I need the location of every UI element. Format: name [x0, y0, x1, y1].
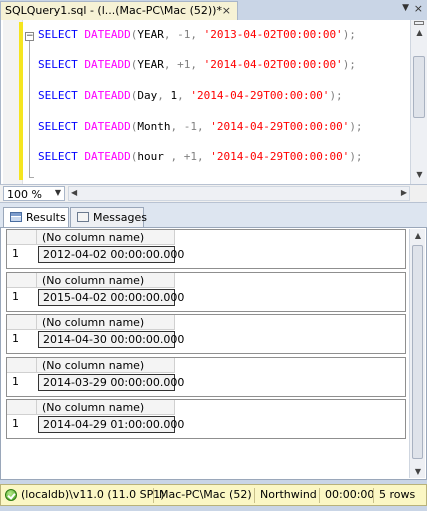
row-number[interactable]: 1 — [7, 373, 37, 391]
scroll-thumb[interactable] — [413, 56, 425, 118]
results-vertical-scrollbar[interactable]: ▲ ▼ — [409, 229, 425, 478]
change-tracking-bar — [19, 22, 23, 180]
tab-results[interactable]: Results — [3, 207, 69, 227]
status-server: (localdb)\v11.0 (11.0 SP1) — [21, 488, 165, 501]
editor-zoom-bar: 100 % ▼ ◀ ▶ — [0, 184, 427, 202]
code-line: SELECT DATEADD(hour , +1, '2014-04-29T00… — [38, 150, 363, 163]
tab-list-dropdown-icon[interactable]: ▼ — [402, 3, 409, 13]
messages-icon — [77, 212, 89, 222]
scroll-right-icon[interactable]: ▶ — [401, 188, 407, 197]
query-editor[interactable]: − SELECT DATEADD(YEAR, -1, '2013-04-02T0… — [0, 20, 427, 184]
status-database: Northwind — [260, 488, 317, 501]
status-divider — [319, 488, 320, 503]
code-line: SELECT DATEADD(Day, 1, '2014-04-29T00:00… — [38, 89, 343, 102]
success-check-icon — [5, 489, 17, 501]
result-set: (No column name) 1 2014-04-29 01:00:00.0… — [6, 399, 406, 439]
status-divider — [373, 488, 374, 503]
scroll-up-icon[interactable]: ▲ — [411, 28, 427, 40]
scroll-left-icon[interactable]: ◀ — [71, 188, 77, 197]
status-divider — [153, 488, 154, 503]
document-tab-close-icon[interactable]: × — [222, 4, 231, 17]
editor-vertical-scrollbar[interactable]: ▲ ▼ — [410, 20, 427, 184]
result-cell[interactable]: 2014-04-30 00:00:00.000 — [38, 331, 184, 348]
editor-horizontal-scrollbar[interactable]: ◀ ▶ — [68, 186, 410, 201]
scroll-down-icon[interactable]: ▼ — [410, 467, 426, 476]
status-divider — [254, 488, 255, 503]
column-header[interactable]: (No column name) — [37, 230, 175, 245]
window-close-icon[interactable]: × — [414, 2, 423, 15]
column-header[interactable]: (No column name) — [37, 400, 175, 415]
outline-end — [29, 177, 34, 178]
tab-results-label: Results — [26, 211, 66, 224]
tab-messages[interactable]: Messages — [70, 207, 147, 227]
code-line: SELECT DATEADD(YEAR, -1, '2013-04-02T00:… — [38, 28, 356, 41]
row-number[interactable]: 1 — [7, 288, 37, 306]
status-elapsed: 00:00:00 — [325, 488, 375, 501]
column-header[interactable]: (No column name) — [37, 315, 175, 330]
grid-corner[interactable] — [7, 400, 37, 415]
row-number[interactable]: 1 — [7, 245, 37, 263]
result-tabs: Results Messages — [0, 202, 427, 227]
column-header[interactable]: (No column name) — [37, 273, 175, 288]
grid-corner[interactable] — [7, 315, 37, 330]
grid-corner[interactable] — [7, 230, 37, 245]
grid-corner[interactable] — [7, 273, 37, 288]
document-tab-bar: SQLQuery1.sql - (l...(Mac-PC\Mac (52))* … — [0, 0, 427, 20]
result-set: (No column name) 1 2014-04-30 00:00:00.0… — [6, 314, 406, 354]
grid-icon — [10, 212, 22, 222]
editor-gutter — [3, 20, 23, 184]
result-set: (No column name) 1 2012-04-02 00:00:00.0… — [6, 229, 406, 269]
result-set: (No column name) 1 2014-03-29 00:00:00.0… — [6, 357, 406, 397]
zoom-value: 100 % — [7, 188, 42, 201]
result-cell[interactable]: 2012-04-02 00:00:00.000 — [38, 246, 184, 263]
scroll-thumb[interactable] — [412, 245, 423, 459]
status-user: Mac-PC\Mac (52) — [159, 488, 252, 501]
chevron-down-icon[interactable]: ▼ — [55, 188, 61, 197]
row-number[interactable]: 1 — [7, 415, 37, 433]
grid-corner[interactable] — [7, 358, 37, 373]
result-cell[interactable]: 2014-03-29 00:00:00.000 — [38, 374, 184, 391]
zoom-select[interactable]: 100 % ▼ — [3, 186, 65, 201]
row-number[interactable]: 1 — [7, 330, 37, 348]
result-set: (No column name) 1 2015-04-02 00:00:00.0… — [6, 272, 406, 312]
code-area[interactable]: SELECT DATEADD(YEAR, -1, '2013-04-02T00:… — [38, 20, 406, 184]
results-pane: (No column name) 1 2012-04-02 00:00:00.0… — [0, 227, 427, 480]
outline-collapse-icon[interactable]: − — [25, 32, 34, 41]
tab-messages-label: Messages — [93, 211, 147, 224]
splitter-handle[interactable] — [414, 21, 424, 25]
result-cell[interactable]: 2014-04-29 01:00:00.000 — [38, 416, 184, 433]
query-status-bar: (localdb)\v11.0 (11.0 SP1) Mac-PC\Mac (5… — [0, 484, 427, 506]
result-cell[interactable]: 2015-04-02 00:00:00.000 — [38, 289, 184, 306]
document-tab-title: SQLQuery1.sql - (l...(Mac-PC\Mac (52))* — [5, 4, 222, 17]
code-line: SELECT DATEADD(YEAR, +1, '2014-04-02T00:… — [38, 58, 356, 71]
status-rows: 5 rows — [379, 488, 416, 501]
scroll-up-icon[interactable]: ▲ — [410, 231, 426, 240]
scroll-down-icon[interactable]: ▼ — [411, 170, 427, 182]
outline-line — [29, 41, 30, 178]
column-header[interactable]: (No column name) — [37, 358, 175, 373]
document-tab[interactable]: SQLQuery1.sql - (l...(Mac-PC\Mac (52))* … — [0, 1, 238, 20]
code-line: SELECT DATEADD(Month, -1, '2014-04-29T00… — [38, 120, 363, 133]
